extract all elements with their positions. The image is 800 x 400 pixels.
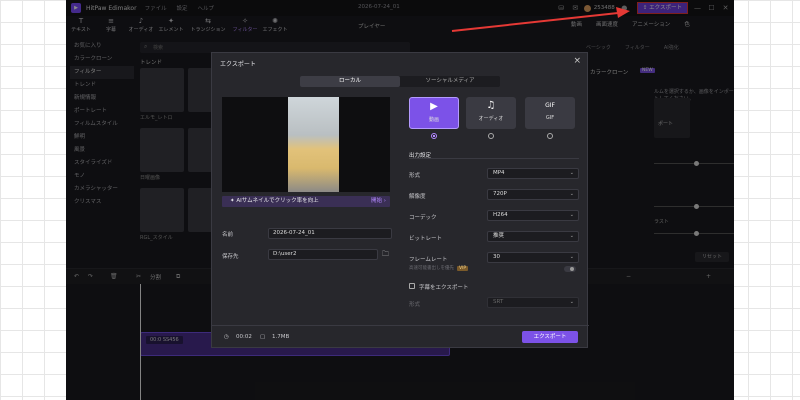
folder-icon[interactable]: 🗀 [382,250,389,261]
export-destination-tabs: ローカル ソーシャルメディア [300,76,500,87]
chevron-down-icon: ⌄ [569,191,574,197]
format-select[interactable]: MP4 ⌄ [487,168,579,179]
resolution-label: 解像度 [409,194,426,200]
radio-audio[interactable] [488,133,494,139]
chevron-down-icon: ⌄ [569,212,574,218]
export-button[interactable]: エクスポート [522,331,578,343]
framerate-label: フレームレート [409,257,448,263]
file-size-value: 1.7MB [272,334,290,340]
ai-banner-text: ✦ AIサムネイルでクリック率を向上 [230,198,319,204]
tab-local[interactable]: ローカル [300,76,400,87]
codec-select[interactable]: H264 ⌄ [487,210,579,221]
gif-icon: GIF [545,102,555,109]
close-icon[interactable]: × [573,56,581,66]
format-label: 動画 [428,117,439,123]
divider [409,158,579,159]
file-size-icon: ▢ [260,334,266,340]
editor-window: ▶ HitPaw Edimakor ファイル 設定 ヘルプ 2026-07-24… [66,0,734,400]
chevron-down-icon: ⌄ [569,254,574,260]
file-name-input[interactable]: 2026-07-24_01 [268,228,392,239]
chevron-down-icon: ⌄ [569,170,574,176]
codec-label: コーデック [409,215,437,221]
format-audio-card[interactable]: ♫ オーディオ [466,97,516,129]
gpu-accel-label: 高速可能書出しを優先 VIP [409,266,469,271]
format-gif-card[interactable]: GIF GIF [525,97,575,129]
format-video-card[interactable]: ▶ 動画 [409,97,459,129]
preview-thumbnail-image [288,97,339,192]
format-label: GIF [545,115,555,121]
export-subtitles-label: 字幕をエクスポート [419,285,469,291]
export-preview [222,97,390,192]
radio-gif[interactable] [547,133,553,139]
format-label: 形式 [409,173,421,179]
music-note-icon: ♫ [486,100,496,111]
name-label: 名前 [222,232,234,238]
ai-start-button[interactable]: 開始 › [371,196,386,207]
resolution-select[interactable]: 720P ⌄ [487,189,579,200]
chevron-down-icon: ⌄ [569,233,574,239]
format-label: オーディオ [478,116,504,122]
export-subtitles-checkbox[interactable] [409,283,415,289]
tab-social-media[interactable]: ソーシャルメディア [400,76,500,87]
subtitle-format-select[interactable]: SRT ⌄ [487,297,579,308]
dialog-title: エクスポート [220,61,256,68]
framerate-select[interactable]: 30 ⌄ [487,252,579,263]
video-icon: ▶ [430,101,438,112]
vip-badge: VIP [457,266,469,271]
duration-value: 00:02 [236,334,252,340]
save-location-label: 保存先 [222,254,239,260]
subtitle-format-label: 形式 [409,302,421,308]
save-path-input[interactable]: D:\user2 [268,249,378,260]
gpu-accel-toggle[interactable] [564,266,576,272]
bitrate-label: ビットレート [409,236,443,242]
export-dialog: エクスポート × ローカル ソーシャルメディア ✦ AIサムネイルでクリック率を… [211,52,589,348]
ai-thumbnail-banner[interactable]: ✦ AIサムネイルでクリック率を向上 開始 › [222,196,390,207]
clock-icon: ◷ [224,334,229,340]
chevron-down-icon: ⌄ [569,299,574,305]
bitrate-select[interactable]: 推奨 ⌄ [487,231,579,242]
radio-video[interactable] [431,133,437,139]
